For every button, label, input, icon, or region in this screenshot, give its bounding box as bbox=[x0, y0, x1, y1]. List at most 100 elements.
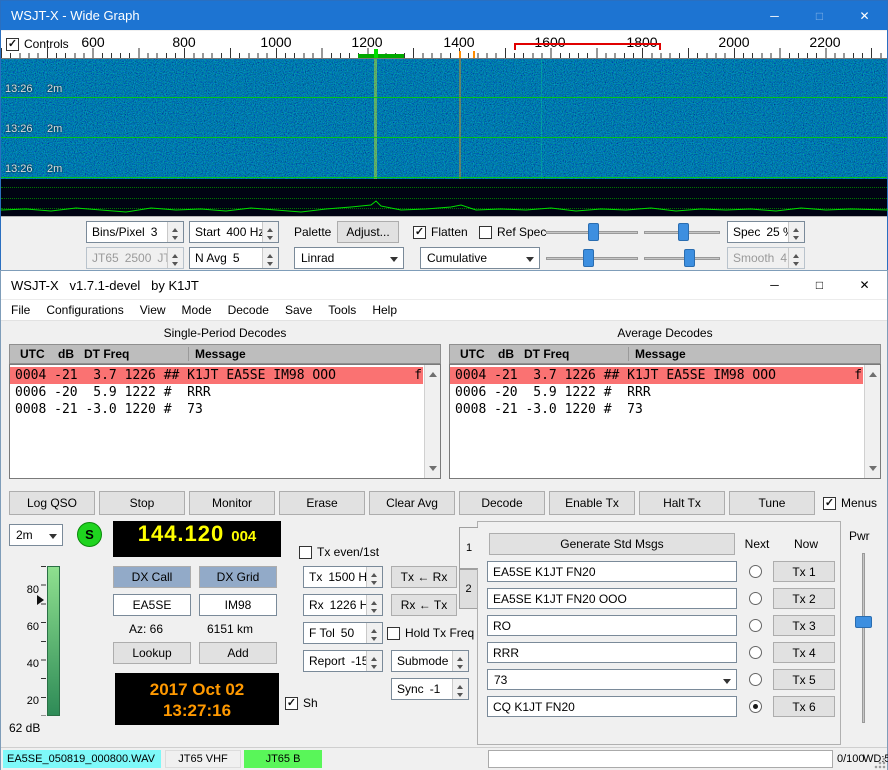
spinner-up-icon[interactable] bbox=[168, 222, 183, 232]
tx6-next-radio[interactable] bbox=[749, 700, 762, 713]
waterfall-display[interactable]: 13:26 2m 13:26 2m 13:26 2m bbox=[1, 59, 887, 179]
spinner-up-icon[interactable] bbox=[367, 651, 382, 661]
generate-std-msgs-button[interactable]: Generate Std Msgs bbox=[489, 533, 735, 555]
pwr-slider-handle[interactable] bbox=[855, 616, 872, 628]
spinner-down-icon[interactable] bbox=[367, 661, 382, 671]
slider-handle[interactable] bbox=[583, 249, 594, 267]
menus-checkbox[interactable]: ✓ Menus bbox=[823, 496, 877, 510]
close-icon[interactable]: ✕ bbox=[842, 271, 887, 299]
ftol-spinner[interactable]: F Tol 50 bbox=[303, 622, 383, 644]
spinner-down-icon[interactable] bbox=[263, 258, 278, 268]
minimize-icon[interactable]: ─ bbox=[752, 271, 797, 299]
menu-file[interactable]: File bbox=[3, 303, 38, 317]
decode-table-header[interactable]: UTC dB DT Freq Message bbox=[9, 344, 441, 364]
rx-from-tx-button[interactable]: Rx ← Tx bbox=[391, 594, 457, 616]
spinner-arrows[interactable] bbox=[366, 595, 382, 615]
tx6-message-field[interactable]: CQ K1JT FN20 bbox=[487, 696, 737, 717]
spinner-arrows[interactable] bbox=[452, 651, 468, 671]
decode-row[interactable]: 0006 -20 5.9 1222 # RRR bbox=[450, 384, 863, 401]
tx1-message-field[interactable]: EA5SE K1JT FN20 bbox=[487, 561, 737, 582]
erase-button[interactable]: Erase bbox=[279, 491, 365, 515]
spinner-down-icon[interactable] bbox=[789, 232, 804, 242]
add-button[interactable]: Add bbox=[199, 642, 277, 664]
close-icon[interactable]: ✕ bbox=[842, 1, 887, 30]
spinner-up-icon[interactable] bbox=[453, 651, 468, 661]
average-decodes-panel[interactable]: 0004 -21 3.7 1226 ## K1JT EA5SE IM98 OOO… bbox=[449, 364, 881, 479]
n-avg-spinner[interactable]: N Avg 5 bbox=[189, 247, 279, 269]
waterfall-gain-slider[interactable] bbox=[546, 221, 638, 243]
hold-tx-freq-checkbox[interactable]: ✓ Hold Tx Freq bbox=[387, 626, 474, 640]
spinner-arrows[interactable] bbox=[452, 679, 468, 699]
adjust-button[interactable]: Adjust... bbox=[337, 221, 399, 243]
frequency-scale[interactable]: ✓ Controls 600 800 1000 1200 1400 1600 1… bbox=[1, 31, 887, 59]
tx4-now-button[interactable]: Tx 4 bbox=[773, 642, 835, 663]
spinner-arrows[interactable] bbox=[262, 248, 278, 268]
sh-checkbox[interactable]: ✓ Sh bbox=[285, 696, 318, 710]
tx3-next-radio[interactable] bbox=[749, 619, 762, 632]
spinner-down-icon[interactable] bbox=[367, 577, 382, 587]
spinner-up-icon[interactable] bbox=[789, 222, 804, 232]
decode-button[interactable]: Decode bbox=[459, 491, 545, 515]
sync-spinner[interactable]: Sync -1 bbox=[391, 678, 469, 700]
clear-avg-button[interactable]: Clear Avg bbox=[369, 491, 455, 515]
tx4-next-radio[interactable] bbox=[749, 646, 762, 659]
spinner-up-icon[interactable] bbox=[367, 595, 382, 605]
spec-percent-spinner[interactable]: Spec 25 % bbox=[727, 221, 805, 243]
single-period-decodes-panel[interactable]: 0004 -21 3.7 1226 ## K1JT EA5SE IM98 OOO… bbox=[9, 364, 441, 479]
tx1-next-radio[interactable] bbox=[749, 565, 762, 578]
menu-configurations[interactable]: Configurations bbox=[38, 303, 131, 317]
palette-combo[interactable]: Linrad bbox=[294, 247, 404, 269]
spinner-up-icon[interactable] bbox=[367, 567, 382, 577]
decode-row[interactable]: 0004 -21 3.7 1226 ## K1JT EA5SE IM98 OOO… bbox=[450, 367, 863, 384]
monitor-button[interactable]: Monitor bbox=[189, 491, 275, 515]
halt-tx-button[interactable]: Halt Tx bbox=[639, 491, 725, 515]
resize-grip[interactable] bbox=[874, 757, 886, 769]
spectrum-display[interactable] bbox=[1, 179, 887, 216]
slider-handle[interactable] bbox=[684, 249, 695, 267]
spinner-down-icon[interactable] bbox=[263, 232, 278, 242]
tx6-now-button[interactable]: Tx 6 bbox=[773, 696, 835, 717]
tx2-message-field[interactable]: EA5SE K1JT FN20 OOO bbox=[487, 588, 737, 609]
dx-call-button[interactable]: DX Call bbox=[113, 566, 191, 588]
tx2-now-button[interactable]: Tx 2 bbox=[773, 588, 835, 609]
spinner-up-icon[interactable] bbox=[263, 222, 278, 232]
tab-2[interactable]: 2 bbox=[459, 569, 478, 609]
enable-tx-button[interactable]: Enable Tx bbox=[549, 491, 635, 515]
spinner-arrows[interactable] bbox=[366, 651, 382, 671]
tx1-now-button[interactable]: Tx 1 bbox=[773, 561, 835, 582]
tx-freq-spinner[interactable]: Tx 1500 Hz bbox=[303, 566, 383, 588]
spinner-down-icon[interactable] bbox=[453, 661, 468, 671]
scrollbar[interactable] bbox=[424, 365, 440, 478]
band-combo[interactable]: 2m bbox=[9, 524, 63, 546]
menu-tools[interactable]: Tools bbox=[320, 303, 364, 317]
scroll-down-icon[interactable] bbox=[429, 466, 437, 475]
decode-row[interactable]: 0008 -21 -3.0 1220 # 73 bbox=[10, 401, 423, 418]
spinner-arrows[interactable] bbox=[366, 567, 382, 587]
tx2-next-radio[interactable] bbox=[749, 592, 762, 605]
report-spinner[interactable]: Report -15 bbox=[303, 650, 383, 672]
submode-spinner[interactable]: Submode B bbox=[391, 650, 469, 672]
main-titlebar[interactable]: WSJT-X v1.7.1-devel by K1JT ─ □ ✕ bbox=[1, 271, 887, 300]
menu-save[interactable]: Save bbox=[277, 303, 320, 317]
dx-grid-button[interactable]: DX Grid bbox=[199, 566, 277, 588]
spinner-arrows[interactable] bbox=[167, 222, 183, 242]
decode-table-header[interactable]: UTC dB DT Freq Message bbox=[449, 344, 881, 364]
stop-button[interactable]: Stop bbox=[99, 491, 185, 515]
spinner-arrows[interactable] bbox=[788, 222, 804, 242]
flatten-checkbox[interactable]: ✓ Flatten bbox=[413, 225, 468, 239]
tx3-message-field[interactable]: RO bbox=[487, 615, 737, 636]
menu-decode[interactable]: Decode bbox=[220, 303, 277, 317]
spinner-down-icon[interactable] bbox=[367, 605, 382, 615]
dx-call-field[interactable]: EA5SE bbox=[113, 594, 191, 616]
rx-freq-spinner[interactable]: Rx 1226 Hz bbox=[303, 594, 383, 616]
tx3-now-button[interactable]: Tx 3 bbox=[773, 615, 835, 636]
log-qso-button[interactable]: Log QSO bbox=[9, 491, 95, 515]
tune-button[interactable]: Tune bbox=[729, 491, 815, 515]
tx5-now-button[interactable]: Tx 5 bbox=[773, 669, 835, 690]
display-mode-combo[interactable]: Cumulative bbox=[420, 247, 540, 269]
menu-help[interactable]: Help bbox=[364, 303, 405, 317]
decode-row[interactable]: 0008 -21 -3.0 1220 # 73 bbox=[450, 401, 863, 418]
scroll-up-icon[interactable] bbox=[869, 368, 877, 377]
spinner-up-icon[interactable] bbox=[453, 679, 468, 689]
tx-even-checkbox[interactable]: ✓ Tx even/1st bbox=[299, 545, 379, 559]
